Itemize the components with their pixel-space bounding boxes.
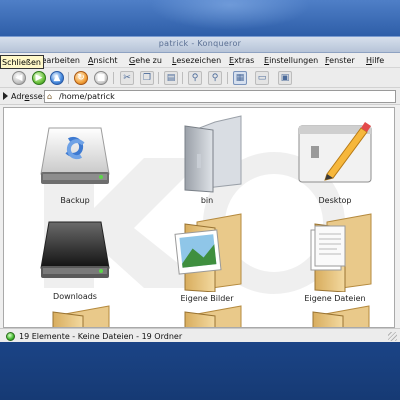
title-bar[interactable]: patrick - Konqueror — [0, 37, 400, 53]
desktop-background-bottom — [0, 342, 400, 400]
zoom-in-icon: ⚲ — [191, 73, 199, 83]
toolbar-separator — [113, 72, 114, 84]
menu-lesezeichen[interactable]: Lesezeichen — [172, 56, 221, 65]
cut-icon: ✂ — [123, 73, 131, 83]
drive-black-icon — [40, 221, 110, 278]
cut-button[interactable]: ✂ — [120, 71, 134, 85]
file-item-partial[interactable] — [285, 304, 385, 327]
location-bar: Adresse: ⌂ /home/patrick — [0, 88, 400, 105]
main-toolbar: ◀ ▶ ▲ ↻ ■ ✂ ❐ ▤ ⚲ ⚲ ▦ ▭ ▣ — [0, 68, 400, 88]
file-label: Desktop — [318, 196, 352, 205]
file-item-eigene-bilder[interactable]: Eigene Bilder — [157, 212, 257, 308]
file-label: bin — [200, 196, 214, 205]
folder-grey-icon — [184, 115, 242, 193]
file-label: Backup — [60, 196, 90, 205]
copy-button[interactable]: ❐ — [140, 71, 154, 85]
copy-icon: ❐ — [142, 73, 152, 83]
file-item-eigene-dateien[interactable]: Eigene Dateien — [285, 212, 385, 308]
file-label: Eigene Bilder — [180, 294, 234, 303]
status-led-icon — [6, 332, 15, 341]
menu-bar: Dokument Bearbeiten Ansicht Gehe zu Lese… — [0, 53, 400, 68]
back-button[interactable]: ◀ — [12, 71, 26, 85]
file-item-backup[interactable]: Backup — [25, 114, 125, 210]
zoom-out-icon: ⚲ — [211, 73, 219, 83]
forward-button[interactable]: ▶ — [32, 71, 46, 85]
stop-button[interactable]: ■ — [94, 71, 108, 85]
file-item-bin[interactable]: bin — [157, 114, 257, 210]
menu-hilfe[interactable]: Hilfe — [366, 56, 384, 65]
preview-icon: ▣ — [280, 73, 290, 83]
menu-extras[interactable]: Extras — [229, 56, 254, 65]
reload-button[interactable]: ↻ — [74, 71, 88, 85]
file-item-partial[interactable] — [157, 304, 257, 327]
menu-fenster[interactable]: Fenster — [325, 56, 355, 65]
location-input[interactable]: ⌂ /home/patrick — [44, 90, 396, 103]
file-item-partial[interactable] — [25, 304, 125, 327]
reload-icon: ↻ — [77, 73, 85, 83]
folder-icon — [52, 305, 110, 327]
icon-view[interactable]: Backup bin Desktop Downloads Eigene Bild… — [3, 107, 395, 328]
paste-button[interactable]: ▤ — [164, 71, 178, 85]
arrow-up-icon: ▲ — [53, 73, 61, 83]
detail-view-button[interactable]: ▭ — [255, 71, 269, 85]
folder-icon — [312, 305, 370, 327]
status-bar: 19 Elemente - Keine Dateien - 19 Ordner — [0, 328, 400, 343]
toolbar-separator — [182, 72, 183, 84]
toolbar-separator — [227, 72, 228, 84]
folder-icon — [184, 305, 242, 327]
status-text: 19 Elemente - Keine Dateien - 19 Ordner — [19, 332, 183, 341]
arrow-right-icon: ▶ — [35, 73, 43, 83]
stop-icon: ■ — [96, 73, 106, 83]
icon-view-icon: ▦ — [235, 73, 245, 83]
file-item-downloads[interactable]: Downloads — [25, 212, 125, 308]
up-button[interactable]: ▲ — [50, 71, 64, 85]
tooltip-close: Schließen — [0, 55, 44, 69]
zoom-out-button[interactable]: ⚲ — [208, 71, 222, 85]
home-icon: ⌂ — [47, 92, 53, 101]
menu-gehe-zu[interactable]: Gehe zu — [129, 56, 162, 65]
resize-grip[interactable] — [388, 332, 397, 341]
location-value: /home/patrick — [59, 92, 115, 101]
folder-documents-icon — [310, 213, 372, 293]
toolbar-separator — [158, 72, 159, 84]
file-label: Eigene Dateien — [304, 294, 366, 303]
menu-einstellungen[interactable]: Einstellungen — [264, 56, 318, 65]
folder-pictures-icon — [174, 213, 242, 293]
file-item-desktop[interactable]: Desktop — [285, 114, 385, 210]
desktop-pencil-icon — [298, 122, 372, 183]
window-title: patrick - Konqueror — [158, 39, 242, 48]
arrow-left-icon: ◀ — [15, 73, 23, 83]
icon-view-button[interactable]: ▦ — [233, 71, 247, 85]
detail-view-icon: ▭ — [257, 73, 267, 83]
desktop-background-top — [0, 0, 400, 36]
zoom-in-button[interactable]: ⚲ — [188, 71, 202, 85]
file-label: Downloads — [53, 292, 97, 301]
paste-icon: ▤ — [166, 73, 176, 83]
toolbar-separator — [68, 72, 69, 84]
location-label: Adresse: — [11, 92, 46, 101]
konqueror-window: patrick - Konqueror Dokument Bearbeiten … — [0, 36, 400, 343]
drive-backup-icon — [40, 127, 110, 184]
play-icon[interactable] — [3, 92, 8, 100]
menu-ansicht[interactable]: Ansicht — [88, 56, 118, 65]
preview-button[interactable]: ▣ — [278, 71, 292, 85]
